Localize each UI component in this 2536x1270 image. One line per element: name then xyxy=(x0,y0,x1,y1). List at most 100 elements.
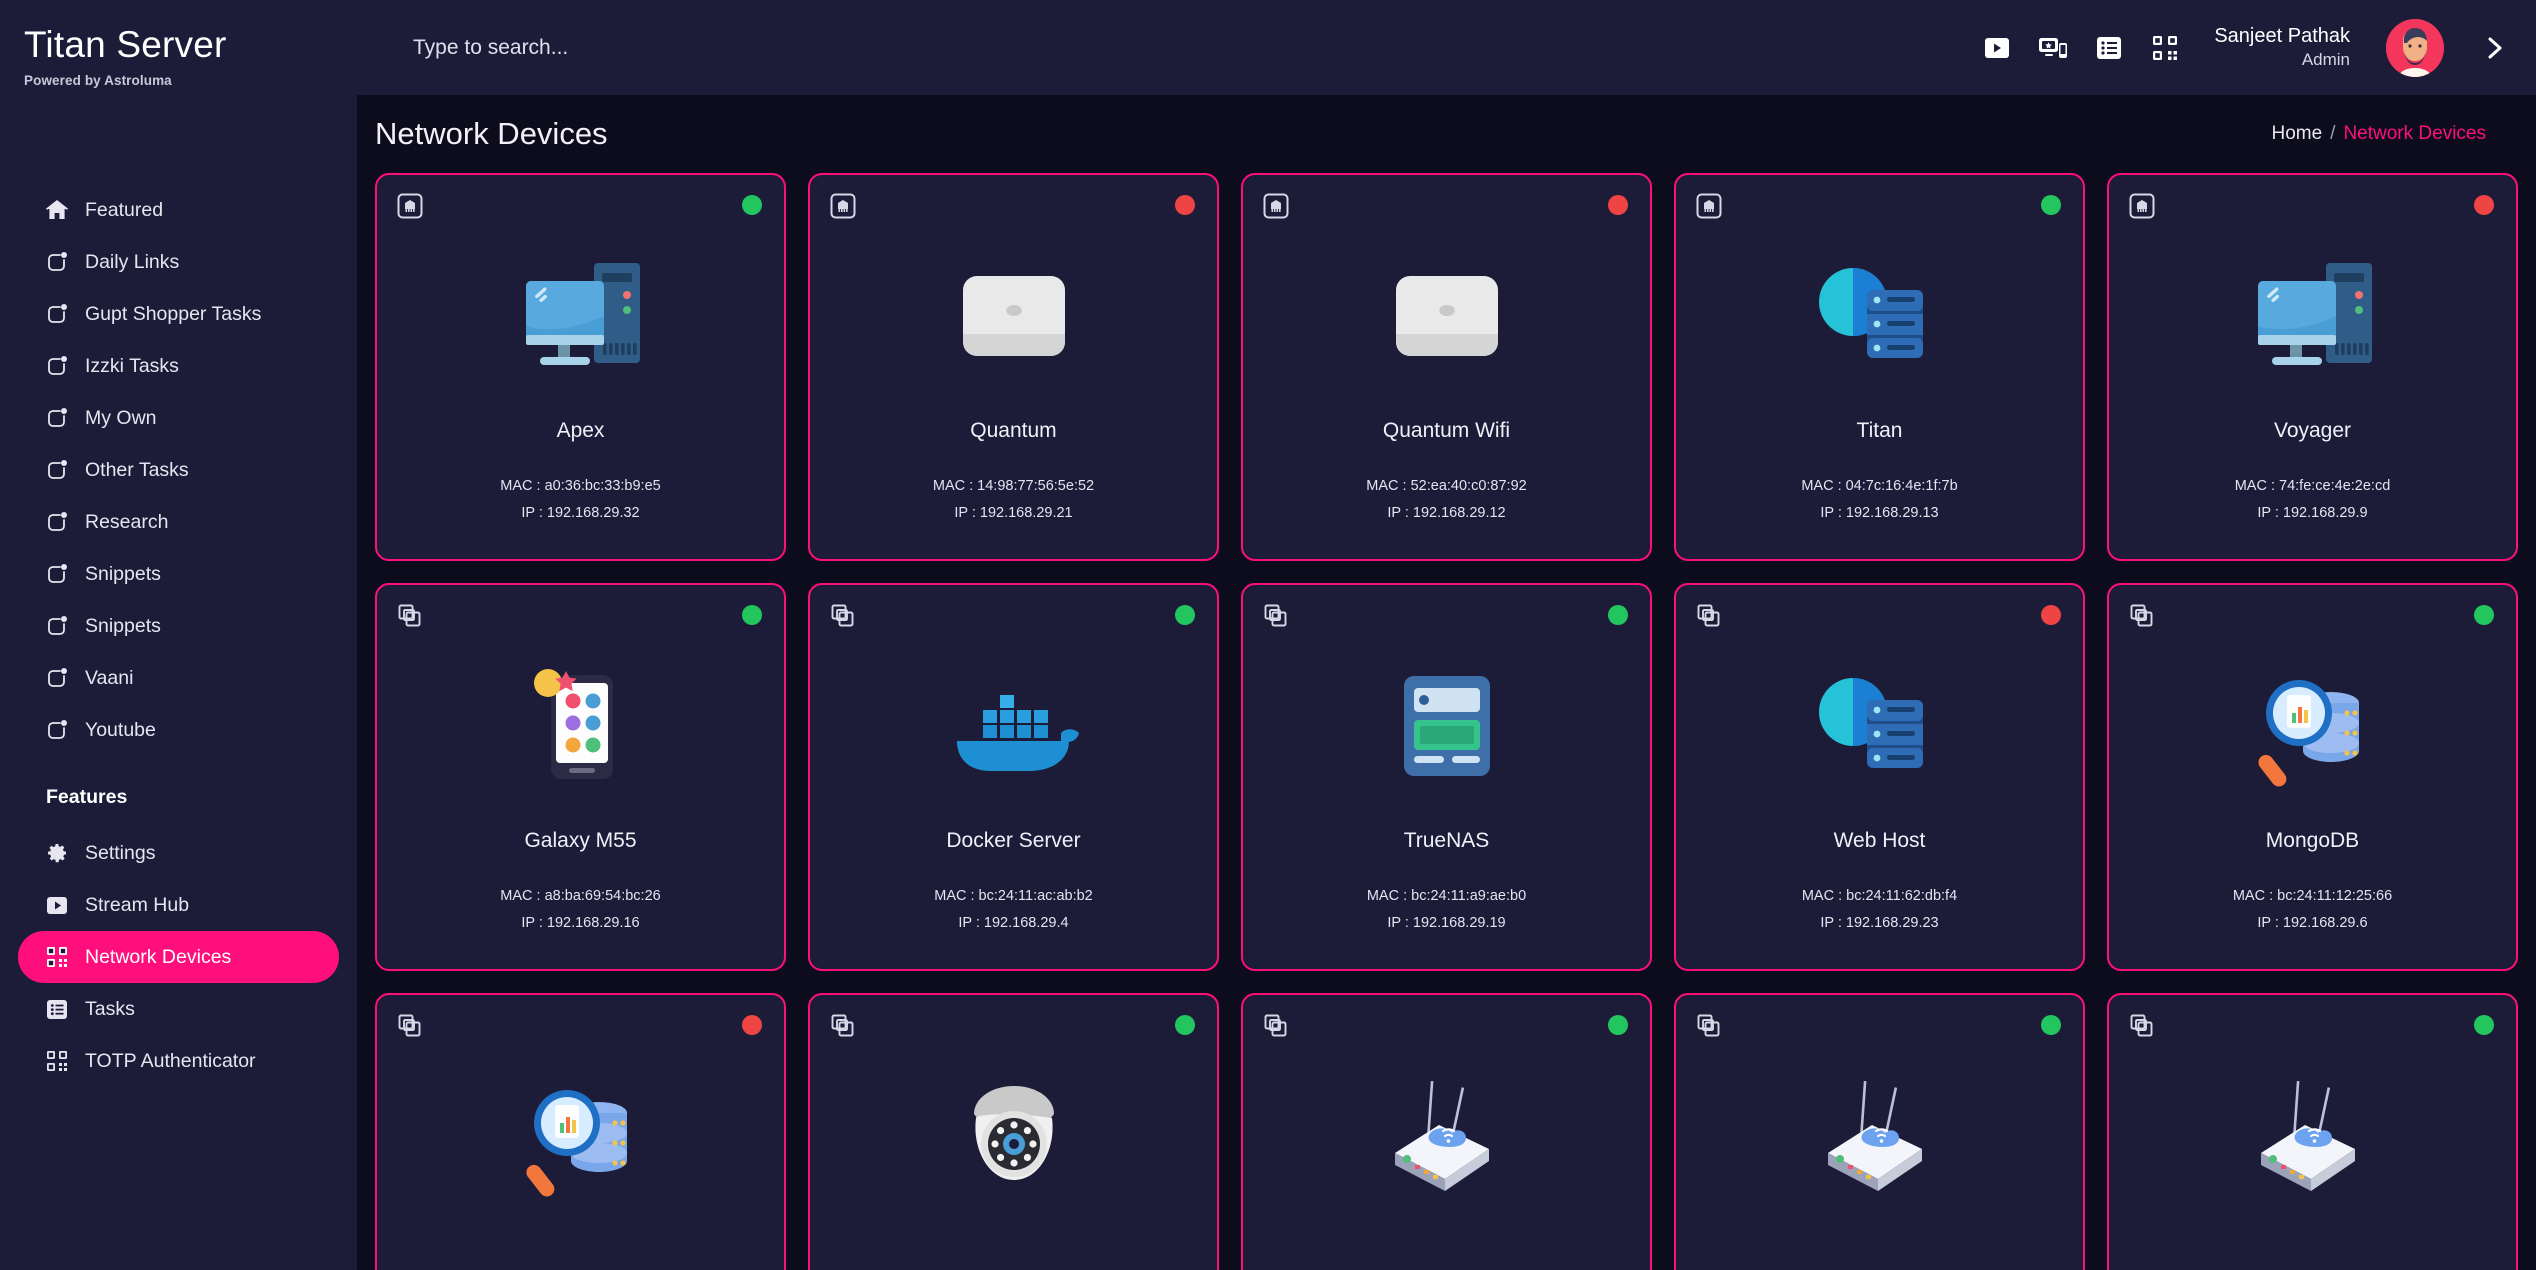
status-dot xyxy=(742,605,762,625)
sidebar-item-featured[interactable]: Featured xyxy=(18,184,339,236)
sidebar-item-daily-links[interactable]: Daily Links xyxy=(18,236,339,288)
device-illustration xyxy=(2127,651,2498,801)
device-meta: MAC : a8:ba:69:54:bc:26 IP : 192.168.29.… xyxy=(500,883,660,937)
sidebar-item-stream-hub[interactable]: Stream Hub xyxy=(18,879,339,931)
external-link-icon xyxy=(46,303,68,325)
sidebar-item-gupt-shopper-tasks[interactable]: Gupt Shopper Tasks xyxy=(18,288,339,340)
device-meta: MAC : 14:98:77:56:5e:52 IP : 192.168.29.… xyxy=(933,473,1094,527)
device-meta: MAC : bc:24:11:62:db:f4 IP : 192.168.29.… xyxy=(1802,883,1957,937)
sidebar-item-vaani[interactable]: Vaani xyxy=(18,652,339,704)
device-mac: MAC : 74:fe:ce:4e:2e:cd xyxy=(2235,473,2391,500)
device-illustration xyxy=(828,1061,1199,1211)
device-meta: MAC : 74:fe:ce:4e:2e:cd IP : 192.168.29.… xyxy=(2235,473,2391,527)
sidebar-item-tasks[interactable]: Tasks xyxy=(18,983,339,1035)
device-illustration xyxy=(395,651,766,801)
main-area: Sanjeet Pathak Admin xyxy=(357,0,2536,1270)
device-card[interactable]: Apex MAC : a0:36:bc:33:b9:e5 IP : 192.16… xyxy=(375,173,786,561)
clone-icon xyxy=(1696,1013,1722,1039)
sidebar-item-label: Tasks xyxy=(85,998,135,1021)
sidebar-item-research[interactable]: Research xyxy=(18,496,339,548)
brand-subtitle: Powered by Astroluma xyxy=(24,73,357,88)
device-name: Titan xyxy=(1857,419,1903,443)
device-ip: IP : 192.168.29.32 xyxy=(500,500,660,527)
qr-code-icon[interactable] xyxy=(2148,31,2182,65)
sidebar-item-youtube[interactable]: Youtube xyxy=(18,704,339,756)
status-dot xyxy=(1175,605,1195,625)
external-link-icon xyxy=(46,615,68,637)
clone-icon xyxy=(397,603,423,629)
device-ip: IP : 192.168.29.12 xyxy=(1366,500,1526,527)
device-meta: MAC : bc:24:11:12:25:66 IP : 192.168.29.… xyxy=(2233,883,2392,937)
clone-icon xyxy=(830,1013,856,1039)
ethernet-port-icon xyxy=(1696,193,1722,219)
external-link-icon xyxy=(46,355,68,377)
sidebar-item-label: Snippets xyxy=(85,563,161,586)
device-meta: MAC : bc:24:11:ac:ab:b2 IP : 192.168.29.… xyxy=(934,883,1093,937)
device-card[interactable]: Voyager MAC : 74:fe:ce:4e:2e:cd IP : 192… xyxy=(2107,173,2518,561)
user-info[interactable]: Sanjeet Pathak Admin xyxy=(2214,24,2350,70)
sidebar-item-snippets[interactable]: Snippets xyxy=(18,600,339,652)
device-mac: MAC : 04:7c:16:4e:1f:7b xyxy=(1801,473,1957,500)
screencast-star-icon[interactable] xyxy=(2036,31,2070,65)
external-link-icon xyxy=(46,719,68,741)
device-name: Apex xyxy=(557,419,605,443)
device-card[interactable]: MongoDB MAC : bc:24:11:12:25:66 IP : 192… xyxy=(2107,583,2518,971)
sidebar-item-izzki-tasks[interactable]: Izzki Tasks xyxy=(18,340,339,392)
status-dot xyxy=(2041,195,2061,215)
video-play-icon[interactable] xyxy=(1980,31,2014,65)
sidebar-item-label: Izzki Tasks xyxy=(85,355,179,378)
search-input[interactable] xyxy=(413,28,1173,68)
ethernet-port-icon xyxy=(397,193,423,219)
sidebar-item-label: Vaani xyxy=(85,667,133,690)
avatar[interactable] xyxy=(2386,19,2444,77)
sidebar-item-label: Settings xyxy=(85,842,155,865)
device-card[interactable]: Titan MAC : 04:7c:16:4e:1f:7b IP : 192.1… xyxy=(1674,173,2085,561)
device-illustration xyxy=(828,651,1199,801)
gear-icon xyxy=(46,842,68,864)
sidebar-item-label: Snippets xyxy=(85,615,161,638)
list-icon[interactable] xyxy=(2092,31,2126,65)
device-card[interactable] xyxy=(1674,993,2085,1270)
device-ip: IP : 192.168.29.4 xyxy=(934,910,1093,937)
device-card[interactable]: Docker Server MAC : bc:24:11:ac:ab:b2 IP… xyxy=(808,583,1219,971)
clone-icon xyxy=(1263,603,1289,629)
device-card[interactable] xyxy=(2107,993,2518,1270)
device-ip: IP : 192.168.29.13 xyxy=(1801,500,1957,527)
user-role: Admin xyxy=(2214,49,2350,70)
sidebar-item-settings[interactable]: Settings xyxy=(18,827,339,879)
device-card[interactable]: Quantum MAC : 14:98:77:56:5e:52 IP : 192… xyxy=(808,173,1219,561)
device-mac: MAC : bc:24:11:12:25:66 xyxy=(2233,883,2392,910)
expand-chevron-icon[interactable] xyxy=(2484,35,2506,61)
device-ip: IP : 192.168.29.16 xyxy=(500,910,660,937)
brand[interactable]: Titan Server Powered by Astroluma xyxy=(0,0,357,88)
device-grid-wrapper: Apex MAC : a0:36:bc:33:b9:e5 IP : 192.16… xyxy=(357,173,2536,1270)
device-name: Docker Server xyxy=(946,829,1080,853)
sidebar-item-totp-authenticator[interactable]: TOTP Authenticator xyxy=(18,1035,339,1087)
clone-icon xyxy=(2129,603,2155,629)
sidebar-features-nav: Settings Stream Hub Network Devices Task… xyxy=(0,827,357,1087)
device-card[interactable]: Galaxy M55 MAC : a8:ba:69:54:bc:26 IP : … xyxy=(375,583,786,971)
sidebar-item-snippets[interactable]: Snippets xyxy=(18,548,339,600)
brand-title: Titan Server xyxy=(24,26,357,63)
sidebar-item-my-own[interactable]: My Own xyxy=(18,392,339,444)
sidebar: Titan Server Powered by Astroluma Featur… xyxy=(0,0,357,1270)
device-illustration xyxy=(828,241,1199,391)
device-card[interactable] xyxy=(1241,993,1652,1270)
status-dot xyxy=(2474,1015,2494,1035)
status-dot xyxy=(2474,195,2494,215)
breadcrumb-home[interactable]: Home xyxy=(2271,123,2322,145)
device-ip: IP : 192.168.29.19 xyxy=(1367,910,1526,937)
sidebar-item-network-devices[interactable]: Network Devices xyxy=(18,931,339,983)
device-grid: Apex MAC : a0:36:bc:33:b9:e5 IP : 192.16… xyxy=(375,173,2518,1270)
device-card[interactable]: TrueNAS MAC : bc:24:11:a9:ae:b0 IP : 192… xyxy=(1241,583,1652,971)
device-card[interactable] xyxy=(375,993,786,1270)
external-link-icon xyxy=(46,251,68,273)
device-card[interactable] xyxy=(808,993,1219,1270)
ethernet-port-icon xyxy=(1263,193,1289,219)
sidebar-item-other-tasks[interactable]: Other Tasks xyxy=(18,444,339,496)
device-illustration xyxy=(2127,241,2498,391)
device-card[interactable]: Quantum Wifi MAC : 52:ea:40:c0:87:92 IP … xyxy=(1241,173,1652,561)
device-name: Quantum xyxy=(970,419,1056,443)
device-card[interactable]: Web Host MAC : bc:24:11:62:db:f4 IP : 19… xyxy=(1674,583,2085,971)
device-mac: MAC : bc:24:11:62:db:f4 xyxy=(1802,883,1957,910)
